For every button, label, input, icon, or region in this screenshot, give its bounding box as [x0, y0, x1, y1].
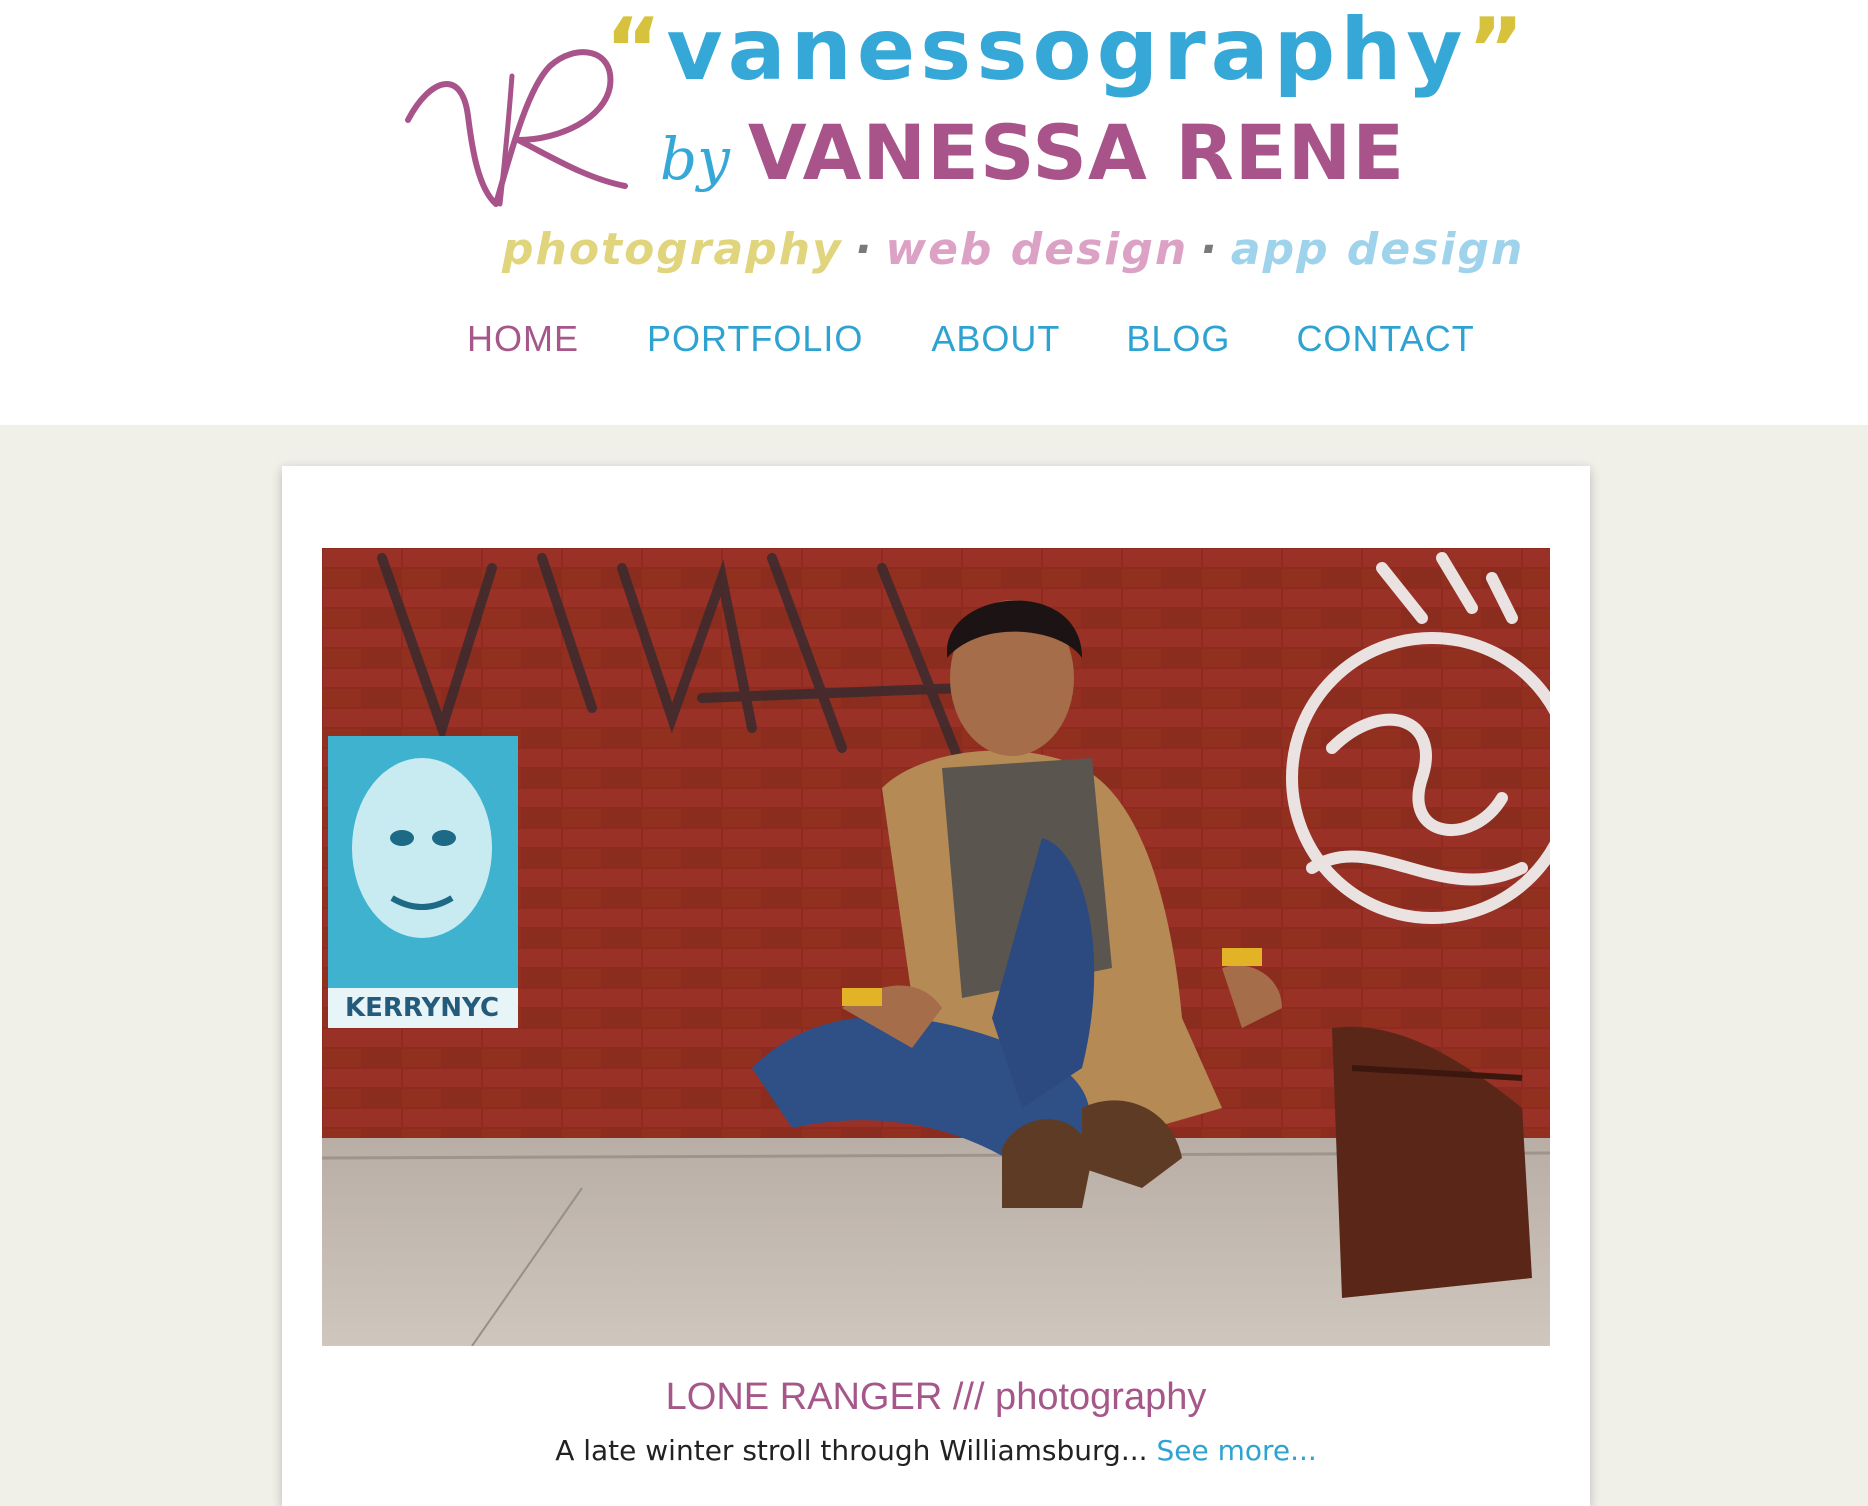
nav-blog[interactable]: BLOG: [1126, 318, 1230, 360]
street-art-poster: KERRYNYC: [328, 736, 518, 1028]
tagline-photography: photography: [502, 224, 843, 275]
logo-close-quote: ”: [1467, 0, 1530, 100]
nav-home[interactable]: HOME: [467, 318, 579, 360]
logo-open-quote: “: [605, 0, 667, 100]
vr-monogram-logo[interactable]: [400, 28, 640, 218]
tagline-web-design: web design: [885, 224, 1189, 275]
post-excerpt-text: A late winter stroll through Williamsbur…: [555, 1434, 1148, 1467]
nav-contact[interactable]: CONTACT: [1296, 318, 1474, 360]
tagline-app-design: app design: [1230, 224, 1525, 275]
logo-title-text: vanessography: [666, 0, 1468, 100]
tagline: photography · web design · app design: [502, 224, 1524, 275]
nav-about[interactable]: ABOUT: [931, 318, 1060, 360]
see-more-link[interactable]: See more...: [1156, 1434, 1316, 1467]
poster-text: KERRYNYC: [345, 993, 499, 1023]
tagline-separator: ·: [854, 224, 874, 275]
main-nav: HOME PORTFOLIO ABOUT BLOG CONTACT: [467, 318, 1475, 360]
tagline-separator: ·: [1200, 224, 1219, 275]
site-header: “vanessography” by VANESSA RENE photograp…: [0, 0, 1868, 425]
logo-name: VANESSA RENE: [747, 108, 1406, 197]
post-card: KERRYNYC LONE RANGER /// photography A l…: [282, 466, 1590, 1506]
post-title[interactable]: LONE RANGER /// photography: [282, 1376, 1590, 1419]
logo-title[interactable]: “vanessography”: [605, 0, 1529, 100]
post-excerpt: A late winter stroll through Williamsbur…: [282, 1434, 1590, 1467]
logo-by: by: [660, 125, 730, 193]
nav-portfolio[interactable]: PORTFOLIO: [647, 318, 863, 360]
post-photo[interactable]: KERRYNYC: [322, 548, 1550, 1346]
logo-byline: by VANESSA RENE: [660, 108, 1405, 197]
